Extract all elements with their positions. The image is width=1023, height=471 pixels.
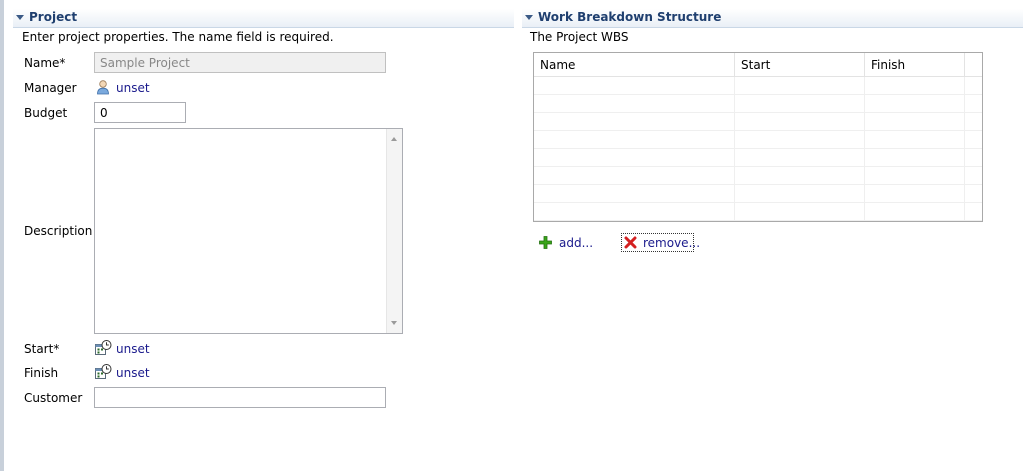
column-header-start[interactable]: Start [735, 53, 865, 76]
budget-field[interactable] [94, 102, 186, 123]
manager-label: Manager [24, 81, 77, 95]
add-button[interactable]: add... [539, 234, 599, 252]
wbs-table-header: Name Start Finish [534, 53, 982, 77]
plus-icon [539, 236, 552, 249]
table-row [534, 131, 982, 149]
wbs-description-text: The Project WBS [530, 30, 629, 44]
window-left-edge [0, 0, 4, 471]
manager-link[interactable]: unset [116, 81, 150, 95]
name-field[interactable] [94, 52, 386, 73]
start-label: Start* [24, 342, 60, 356]
wbs-table[interactable]: Name Start Finish [533, 52, 983, 222]
finish-date-link[interactable]: unset [116, 366, 150, 380]
column-header-name[interactable]: Name [534, 53, 735, 76]
column-header-finish[interactable]: Finish [865, 53, 965, 76]
collapse-triangle-icon[interactable] [16, 15, 24, 20]
customer-field[interactable] [94, 387, 386, 408]
table-row [534, 113, 982, 131]
table-row [534, 95, 982, 113]
remove-label: remove... [643, 236, 701, 250]
budget-label: Budget [24, 106, 68, 120]
scroll-up-arrow-icon[interactable] [391, 137, 397, 141]
add-label: add... [559, 236, 594, 250]
table-row [534, 149, 982, 167]
customer-label: Customer [24, 391, 83, 405]
date-time-icon [95, 364, 112, 379]
description-label: Description [24, 224, 93, 238]
table-row [534, 203, 982, 221]
wbs-section-header[interactable]: Work Breakdown Structure [522, 9, 1023, 28]
name-label: Name* [24, 56, 66, 70]
scroll-down-arrow-icon[interactable] [391, 321, 397, 325]
date-time-icon [95, 340, 112, 355]
project-description-text: Enter project properties. The name field… [22, 30, 334, 44]
wbs-section-title: Work Breakdown Structure [538, 10, 722, 24]
start-date-link[interactable]: unset [116, 342, 150, 356]
table-row [534, 167, 982, 185]
user-icon [97, 80, 109, 95]
description-textarea[interactable] [94, 128, 403, 334]
table-row [534, 77, 982, 95]
red-x-icon [624, 236, 637, 249]
table-row [534, 185, 982, 203]
project-section-title: Project [29, 10, 78, 24]
project-section-header[interactable]: Project [13, 9, 514, 28]
remove-button[interactable]: remove... [621, 233, 700, 252]
finish-label: Finish [24, 366, 59, 380]
collapse-triangle-icon[interactable] [525, 15, 533, 20]
description-scrollbar[interactable] [386, 129, 402, 333]
